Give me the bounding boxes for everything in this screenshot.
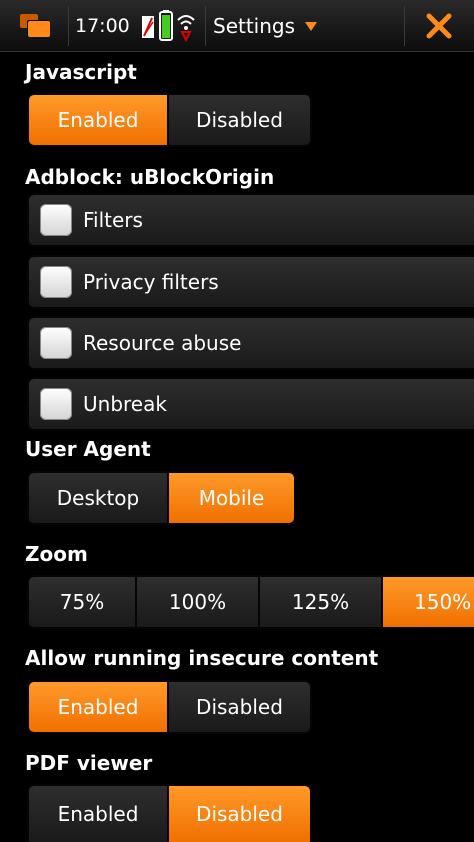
filters-label: Filters xyxy=(83,208,143,232)
user-agent-desktop-button[interactable]: Desktop xyxy=(29,473,169,523)
zoom-toggle: 75% 100% 125% 150% xyxy=(27,575,474,629)
pdf-viewer-label: PDF viewer xyxy=(25,751,153,775)
zoom-75-button[interactable]: 75% xyxy=(29,577,137,627)
insecure-content-toggle: Enabled Disabled xyxy=(27,680,312,734)
privacy-filters-label: Privacy filters xyxy=(83,270,219,294)
signal-battery-icon[interactable] xyxy=(140,0,200,52)
javascript-enabled-button[interactable]: Enabled xyxy=(29,95,169,145)
close-icon[interactable] xyxy=(404,0,474,52)
dropdown-caret-icon xyxy=(305,21,318,31)
status-separator xyxy=(205,6,206,46)
filters-checkbox[interactable] xyxy=(40,204,72,236)
pdf-disabled-button[interactable]: Disabled xyxy=(169,786,310,842)
status-bar: 17:00 Settings xyxy=(0,0,474,52)
task-switcher-icon[interactable] xyxy=(0,0,68,52)
settings-menu-button[interactable]: Settings xyxy=(213,0,318,52)
adblock-item-unbreak[interactable]: Unbreak xyxy=(27,377,474,431)
javascript-disabled-button[interactable]: Disabled xyxy=(169,95,310,145)
adblock-item-privacy-filters[interactable]: Privacy filters xyxy=(27,255,474,309)
pdf-viewer-toggle: Enabled Disabled xyxy=(27,784,312,842)
user-agent-label: User Agent xyxy=(25,437,151,461)
settings-menu-label: Settings xyxy=(213,14,296,38)
user-agent-mobile-button[interactable]: Mobile xyxy=(169,473,294,523)
zoom-150-button[interactable]: 150% xyxy=(383,577,474,627)
privacy-filters-checkbox[interactable] xyxy=(40,266,72,298)
javascript-label: Javascript xyxy=(25,60,137,84)
status-separator xyxy=(68,6,69,46)
insecure-enabled-button[interactable]: Enabled xyxy=(29,682,169,732)
wifi-icon xyxy=(177,15,195,43)
unbreak-label: Unbreak xyxy=(83,392,167,416)
user-agent-toggle: Desktop Mobile xyxy=(27,471,296,525)
zoom-100-button[interactable]: 100% xyxy=(137,577,260,627)
pdf-enabled-button[interactable]: Enabled xyxy=(29,786,169,842)
javascript-toggle: Enabled Disabled xyxy=(27,93,312,147)
resource-abuse-label: Resource abuse xyxy=(83,331,242,355)
zoom-label: Zoom xyxy=(25,542,88,566)
zoom-125-button[interactable]: 125% xyxy=(260,577,383,627)
resource-abuse-checkbox[interactable] xyxy=(40,327,72,359)
adblock-label: Adblock: uBlockOrigin xyxy=(25,165,275,189)
adblock-item-resource-abuse[interactable]: Resource abuse xyxy=(27,316,474,370)
adblock-item-filters[interactable]: Filters xyxy=(27,193,474,247)
clock: 17:00 xyxy=(75,15,130,37)
insecure-content-label: Allow running insecure content xyxy=(25,646,379,670)
unbreak-checkbox[interactable] xyxy=(40,388,72,420)
insecure-disabled-button[interactable]: Disabled xyxy=(169,682,310,732)
